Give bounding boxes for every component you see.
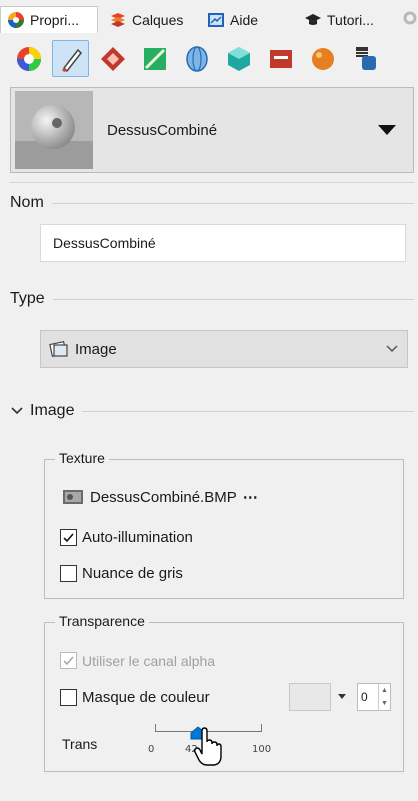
tolerance-spinner[interactable]: 0 ▲ ▼ bbox=[357, 683, 391, 711]
divider bbox=[10, 182, 414, 183]
stack-icon bbox=[355, 46, 376, 70]
slider-max-label: 100 bbox=[252, 744, 272, 755]
image-section-header[interactable]: Image bbox=[10, 400, 414, 422]
section-title: Type bbox=[10, 290, 45, 307]
check-icon bbox=[63, 533, 74, 543]
color-dropdown-button[interactable] bbox=[333, 683, 351, 711]
color-mask-checkbox[interactable]: Masque de couleur bbox=[60, 689, 210, 706]
checkbox-unchecked[interactable] bbox=[60, 565, 77, 582]
checkbox-checked[interactable] bbox=[60, 529, 77, 546]
material-selector[interactable]: DessusCombiné bbox=[10, 87, 414, 173]
name-field[interactable] bbox=[40, 224, 406, 262]
color-wheel-button[interactable] bbox=[10, 40, 47, 77]
layers-icon bbox=[111, 12, 125, 27]
tutorial-icon bbox=[305, 13, 321, 25]
type-value: Image bbox=[75, 340, 117, 358]
spinner-value: 0 bbox=[361, 690, 368, 704]
checkbox-checked-disabled bbox=[60, 652, 77, 669]
texture-filename: DessusCombiné.BMP bbox=[90, 488, 237, 506]
tab-label: Propri... bbox=[30, 12, 80, 28]
properties-panel: Propri... Calques Aide Tutori... DessusC… bbox=[0, 0, 418, 801]
caret-down-icon bbox=[338, 694, 346, 699]
group-title: Texture bbox=[55, 450, 109, 466]
brush-edit-icon bbox=[61, 48, 82, 72]
tab-help[interactable]: Aide bbox=[201, 6, 264, 33]
tab-label: Calques bbox=[132, 11, 184, 28]
spinner-down-icon[interactable]: ▼ bbox=[379, 697, 390, 710]
checkbox-label: Masque de couleur bbox=[82, 689, 210, 706]
image-icon bbox=[49, 340, 68, 358]
section-rule bbox=[51, 202, 414, 204]
environment-button[interactable] bbox=[220, 40, 257, 77]
section-title: Nom bbox=[10, 194, 44, 211]
properties-icon bbox=[8, 12, 24, 28]
tab-label: Tutori... bbox=[327, 11, 374, 28]
tab-layers[interactable]: Calques bbox=[103, 6, 189, 33]
texture-mapping-icon bbox=[100, 46, 125, 71]
sphere-material-button[interactable] bbox=[304, 40, 341, 77]
gear-icon[interactable] bbox=[402, 10, 418, 26]
alpha-channel-checkbox: Utiliser le canal alpha bbox=[60, 652, 215, 669]
render-icon bbox=[269, 49, 292, 68]
tab-properties[interactable]: Propri... bbox=[0, 6, 98, 33]
spinner-up-icon[interactable]: ▲ bbox=[379, 684, 390, 697]
chevron-down-icon[interactable] bbox=[10, 404, 24, 418]
tab-bar: Propri... Calques Aide Tutori... bbox=[0, 0, 418, 33]
render-button[interactable] bbox=[262, 40, 299, 77]
sphere-material-icon bbox=[311, 47, 334, 70]
decal-icon bbox=[143, 47, 166, 70]
section-title: Image bbox=[30, 402, 75, 419]
grayscale-checkbox[interactable]: Nuance de gris bbox=[60, 565, 183, 582]
section-rule bbox=[82, 410, 414, 412]
check-icon bbox=[63, 656, 74, 666]
type-section-header: Type bbox=[10, 288, 414, 310]
material-name: DessusCombiné bbox=[107, 121, 218, 139]
checkbox-label: Utiliser le canal alpha bbox=[82, 652, 216, 669]
slider-min-label: 0 bbox=[148, 744, 155, 755]
material-preview-icon bbox=[15, 91, 93, 169]
material-button[interactable] bbox=[52, 40, 89, 77]
color-wheel-icon bbox=[16, 46, 41, 71]
mask-color-swatch[interactable] bbox=[289, 683, 331, 711]
chevron-down-icon[interactable] bbox=[377, 124, 397, 136]
trans-label: Trans bbox=[62, 736, 98, 752]
hand-cursor-icon bbox=[194, 727, 222, 766]
checkbox-label: Auto-illumination bbox=[82, 529, 193, 546]
tab-label: Aide bbox=[230, 11, 259, 28]
auto-illumination-checkbox[interactable]: Auto-illumination bbox=[60, 529, 193, 546]
name-section-header: Nom bbox=[10, 192, 414, 214]
more-button[interactable]: ⋯ bbox=[243, 488, 259, 506]
chevron-down-icon bbox=[386, 345, 398, 353]
tab-tutorials[interactable]: Tutori... bbox=[298, 6, 380, 33]
texture-mapping-button[interactable] bbox=[94, 40, 131, 77]
decal-button[interactable] bbox=[136, 40, 173, 77]
type-dropdown[interactable]: Image bbox=[40, 330, 408, 368]
image-file-icon bbox=[63, 490, 83, 504]
help-icon bbox=[208, 12, 224, 27]
properties-toolbar bbox=[10, 40, 383, 80]
checkbox-unchecked[interactable] bbox=[60, 689, 77, 706]
environment-icon bbox=[227, 46, 250, 71]
shape-button[interactable] bbox=[178, 40, 215, 77]
shape-icon bbox=[185, 45, 208, 72]
checkbox-label: Nuance de gris bbox=[82, 565, 183, 582]
texture-file-row[interactable]: DessusCombiné.BMP ⋯ bbox=[62, 488, 259, 506]
section-rule bbox=[52, 298, 414, 300]
stack-button[interactable] bbox=[346, 40, 383, 77]
spinner-buttons[interactable]: ▲ ▼ bbox=[378, 684, 390, 710]
group-title: Transparence bbox=[55, 613, 149, 629]
